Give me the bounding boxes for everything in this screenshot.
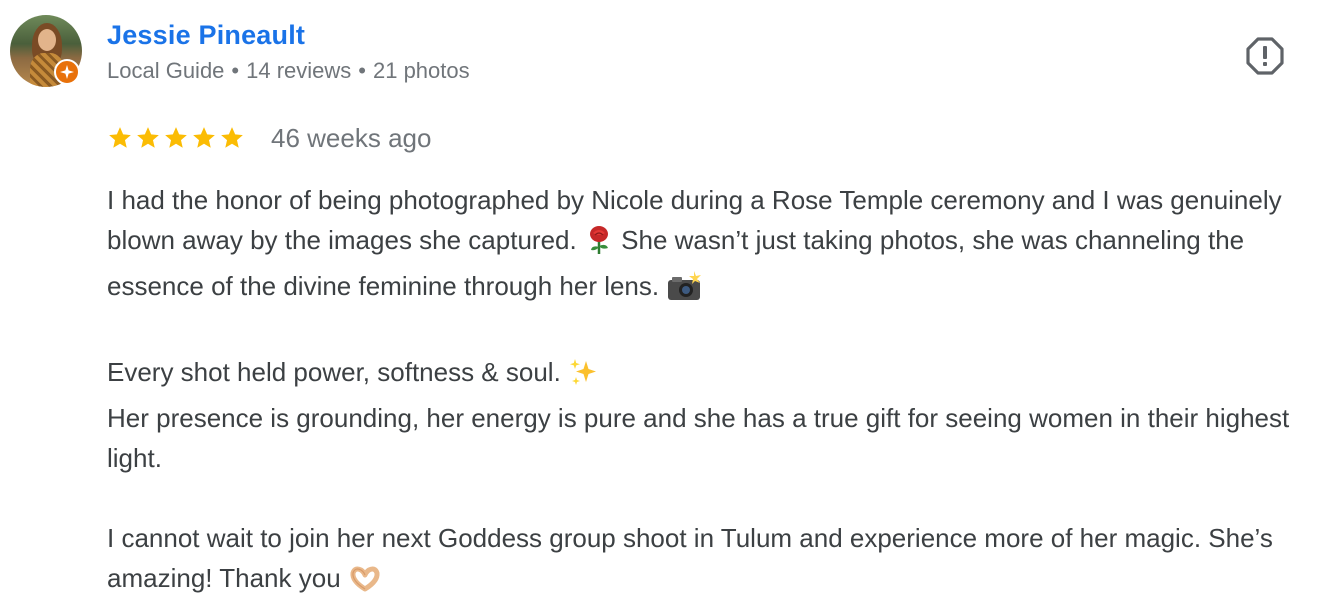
review-text: I had the honor of being photographed by… <box>107 180 1322 604</box>
sparkles-icon <box>568 357 598 398</box>
review-paragraph-1: I had the honor of being photographed by… <box>107 180 1322 312</box>
star-icon <box>137 127 159 148</box>
meta-separator: • <box>358 58 366 83</box>
star-icon <box>221 127 243 148</box>
reviewer-name-link[interactable]: Jessie Pineault <box>107 20 305 51</box>
rating-row: 46 weeks ago <box>107 122 431 154</box>
star-icon <box>109 127 131 148</box>
reviewer-avatar[interactable] <box>10 15 82 87</box>
camera-flash-icon <box>666 271 702 312</box>
report-review-button[interactable] <box>1245 36 1285 76</box>
star-rating <box>107 125 245 151</box>
review-paragraph-3: I cannot wait to join her next Goddess g… <box>107 518 1322 604</box>
star-icon <box>165 127 187 148</box>
review-paragraph-2: Every shot held power, softness & soul. … <box>107 357 1290 473</box>
heart-hands-icon <box>348 564 382 604</box>
review-date: 46 weeks ago <box>271 122 432 153</box>
reviewer-meta: Local Guide • 14 reviews • 21 photos <box>107 58 470 84</box>
report-flag-icon <box>1246 37 1284 75</box>
meta-separator: • <box>231 58 240 83</box>
star-icon <box>193 127 215 148</box>
local-guide-label: Local Guide <box>107 58 225 83</box>
photo-count: 21 photos <box>372 58 470 83</box>
review-count: 14 reviews <box>246 58 352 83</box>
local-guide-badge-icon <box>54 59 80 85</box>
rose-icon <box>584 225 614 266</box>
